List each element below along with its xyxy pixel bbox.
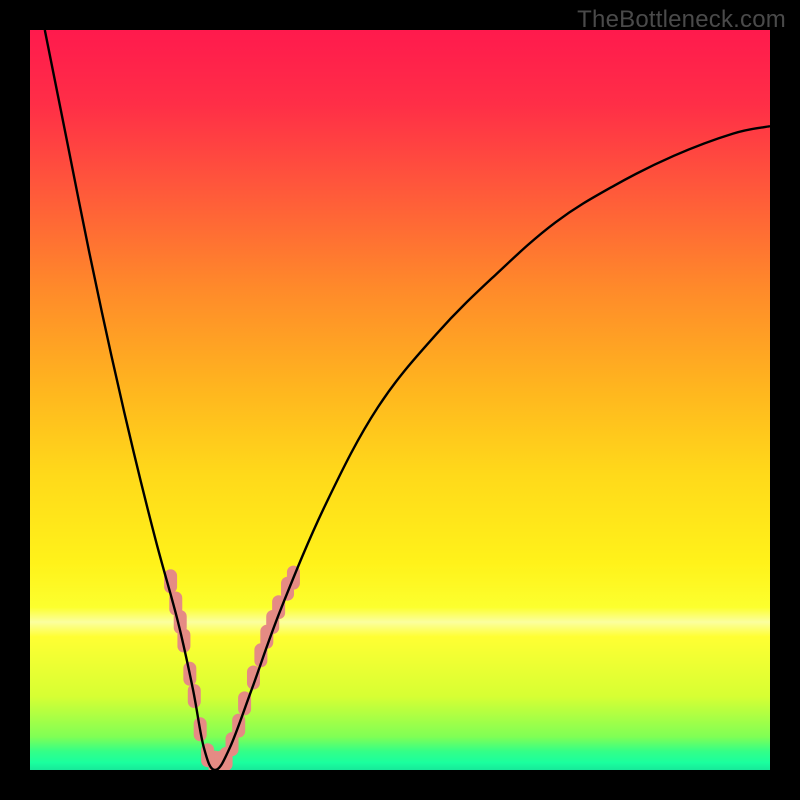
curve-layer xyxy=(30,30,770,770)
plot-area xyxy=(30,30,770,770)
marker-group xyxy=(164,566,300,770)
bottleneck-curve xyxy=(45,30,770,770)
chart-frame: TheBottleneck.com xyxy=(0,0,800,800)
watermark-text: TheBottleneck.com xyxy=(577,6,786,34)
